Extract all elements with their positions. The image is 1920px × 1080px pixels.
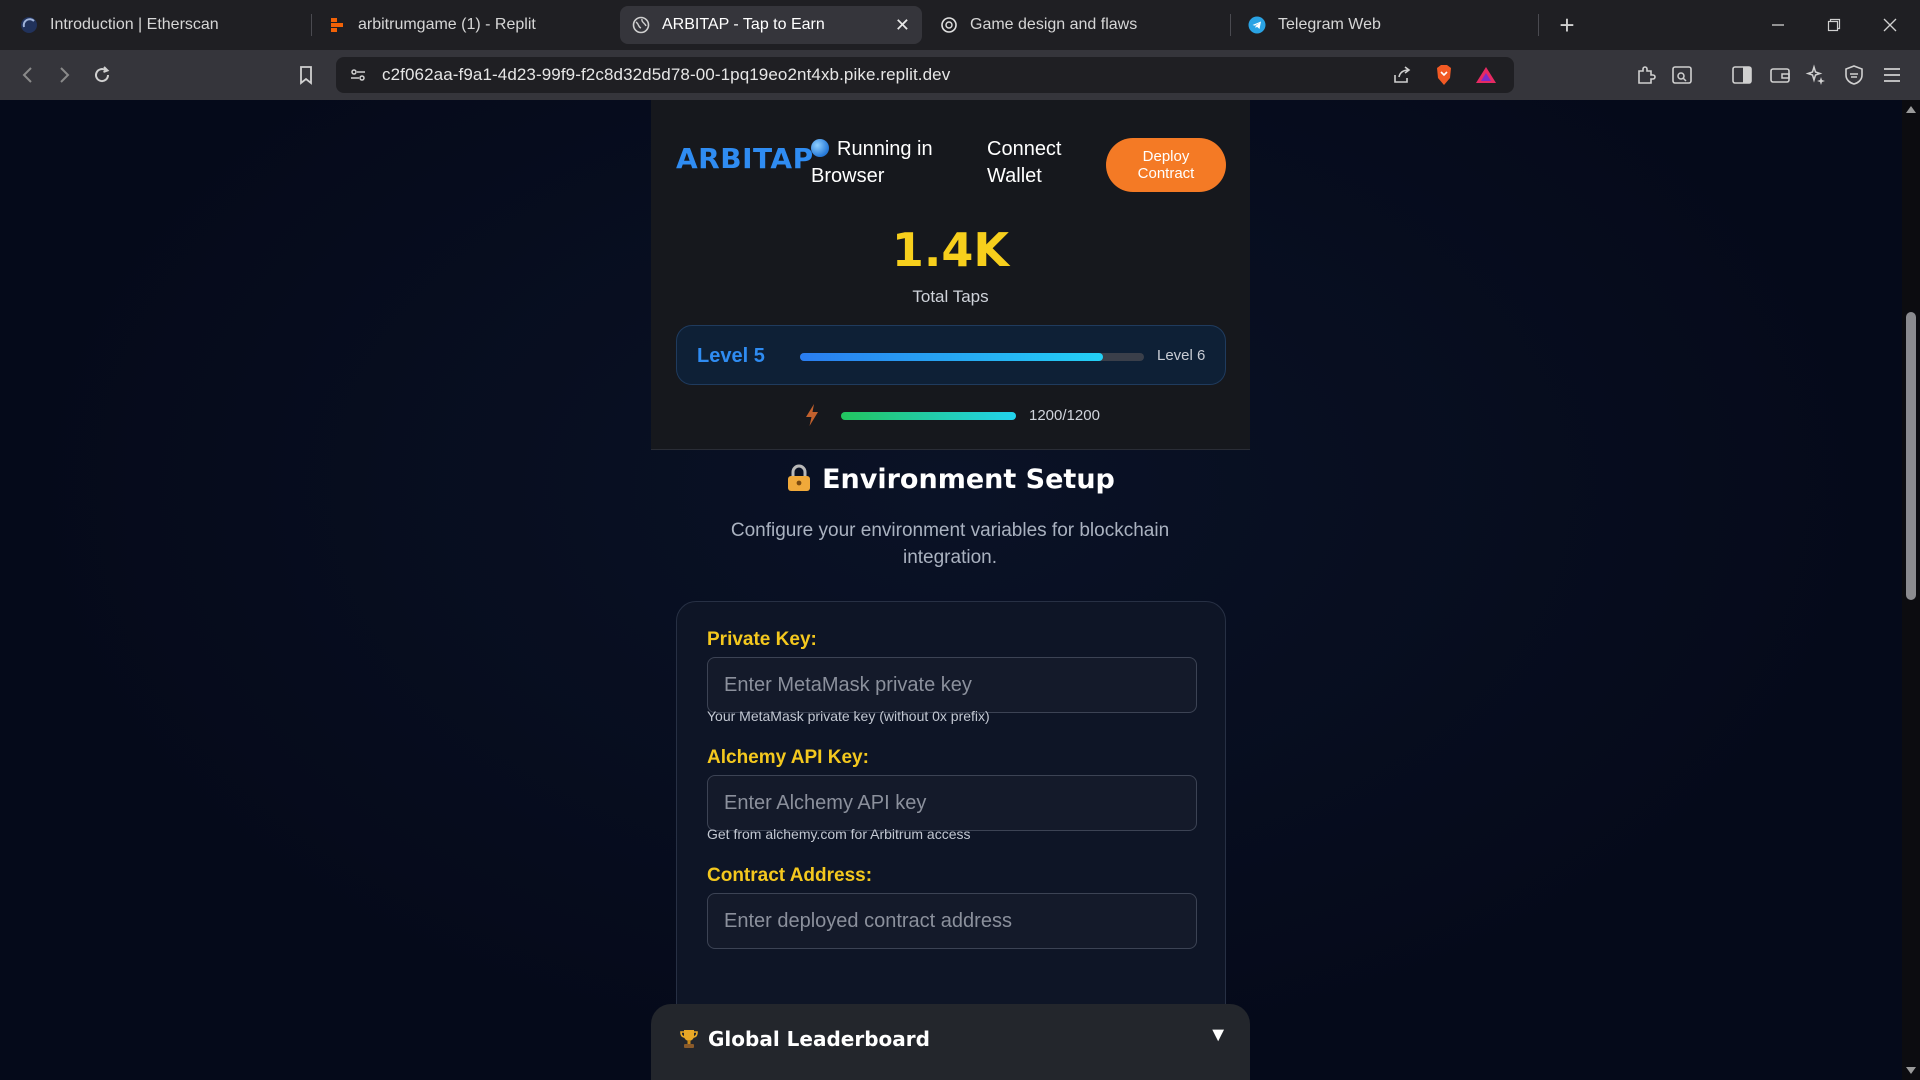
wallet-icon[interactable] [1766,61,1794,89]
reload-icon[interactable] [88,61,116,89]
bookmark-icon[interactable] [292,61,320,89]
brave-shields-icon[interactable] [1430,61,1458,89]
total-taps-label: Total Taps [912,287,989,306]
level-progress-card: Level 5 Level 6 [676,325,1226,385]
telegram-icon [1248,16,1266,34]
status-text: Running in Browser [811,138,933,187]
menu-icon[interactable] [1878,61,1906,89]
globe-icon [632,16,650,34]
leaderboard-title: Global Leaderboard [708,1027,930,1051]
chevron-down-icon[interactable]: ▼ [1208,1024,1228,1047]
tab-telegram[interactable]: Telegram Web [1236,6,1536,44]
deploy-contract-button[interactable]: Deploy Contract [1106,138,1226,192]
contract-address-label: Contract Address: [707,865,873,886]
back-icon[interactable] [14,61,42,89]
scrollbar-thumb[interactable] [1906,312,1916,600]
forward-icon[interactable] [50,61,78,89]
private-key-help: Your MetaMask private key (without 0x pr… [707,708,990,724]
browser-toolbar: c2f062aa-f9a1-4d23-99f9-f2c8d32d5d78-00-… [0,50,1920,100]
app-logo: ARBITAP [676,142,814,175]
etherscan-icon [20,16,38,34]
trophy-icon [680,1030,698,1048]
new-tab-button[interactable]: + [1552,10,1582,41]
brave-rewards-icon[interactable] [1472,61,1500,89]
tab-title: Telegram Web [1278,16,1381,33]
close-window-button[interactable] [1862,8,1918,42]
minimize-button[interactable] [1750,8,1806,42]
tab-divider [311,14,312,36]
scroll-down-arrow[interactable] [1906,1067,1916,1074]
url-text: c2f062aa-f9a1-4d23-99f9-f2c8d32d5d78-00-… [382,65,951,84]
lightning-icon [806,404,818,426]
browser-tab-strip: Introduction | Etherscan arbitrumgame (1… [0,0,1920,50]
close-tab-icon[interactable]: ✕ [895,15,910,36]
replit-icon [328,16,346,34]
tab-chatgpt[interactable]: Game design and flaws [928,6,1228,44]
restore-button[interactable] [1806,8,1862,42]
total-taps-value: 1.4K [891,223,1010,277]
alchemy-key-input[interactable] [707,775,1197,831]
tab-replit[interactable]: arbitrumgame (1) - Replit [316,6,616,44]
env-setup-description: Configure your environment variables for… [730,520,1170,568]
vpn-shield-icon[interactable] [1840,61,1868,89]
tab-divider [1538,14,1539,36]
reader-mode-icon[interactable] [1668,61,1696,89]
site-settings-icon[interactable] [344,61,372,89]
leo-ai-icon[interactable] [1802,61,1830,89]
status-dot-icon [811,139,829,157]
private-key-input[interactable] [707,657,1197,713]
sidebar-icon[interactable] [1728,61,1756,89]
current-level: Level 5 [697,345,765,367]
lock-icon [788,464,811,491]
leaderboard-panel[interactable]: Global Leaderboard ▼ [651,1004,1250,1080]
share-icon[interactable] [1388,61,1416,89]
page-viewport: ARBITAP Running in Browser Connect Walle… [0,100,1902,1080]
tab-etherscan[interactable]: Introduction | Etherscan [8,6,308,44]
energy-bar [841,412,1016,420]
tab-arbitap[interactable]: ARBITAP - Tap to Earn ✕ [620,6,922,44]
extensions-icon[interactable] [1632,61,1660,89]
env-setup-title: Environment Setup [822,464,1115,495]
energy-fill [841,412,1016,420]
app-header: ARBITAP Running in Browser Connect Walle… [651,100,1250,450]
tab-title: arbitrumgame (1) - Replit [358,16,536,33]
next-level: Level 6 [1157,347,1206,364]
connect-wallet-button[interactable]: Connect Wallet [987,136,1087,190]
private-key-label: Private Key: [707,629,817,650]
tab-title: Introduction | Etherscan [50,16,219,33]
status-indicator: Running in Browser [811,136,961,190]
tab-title: ARBITAP - Tap to Earn [662,16,825,33]
address-bar[interactable]: c2f062aa-f9a1-4d23-99f9-f2c8d32d5d78-00-… [336,57,1514,93]
level-progress-bar [800,353,1144,361]
alchemy-key-help: Get from alchemy.com for Arbitrum access [707,826,971,842]
scroll-up-arrow[interactable] [1906,106,1916,113]
contract-address-input[interactable] [707,893,1197,949]
tab-divider [1230,14,1231,36]
page-scrollbar[interactable] [1902,100,1920,1080]
energy-value: 1200/1200 [1029,407,1100,424]
env-form: Private Key: Your MetaMask private key (… [676,601,1226,1061]
env-setup-heading: Environment Setup [651,464,1250,495]
tab-title: Game design and flaws [970,16,1138,33]
level-progress-fill [800,353,1103,361]
chatgpt-icon [940,16,958,34]
alchemy-key-label: Alchemy API Key: [707,747,869,768]
